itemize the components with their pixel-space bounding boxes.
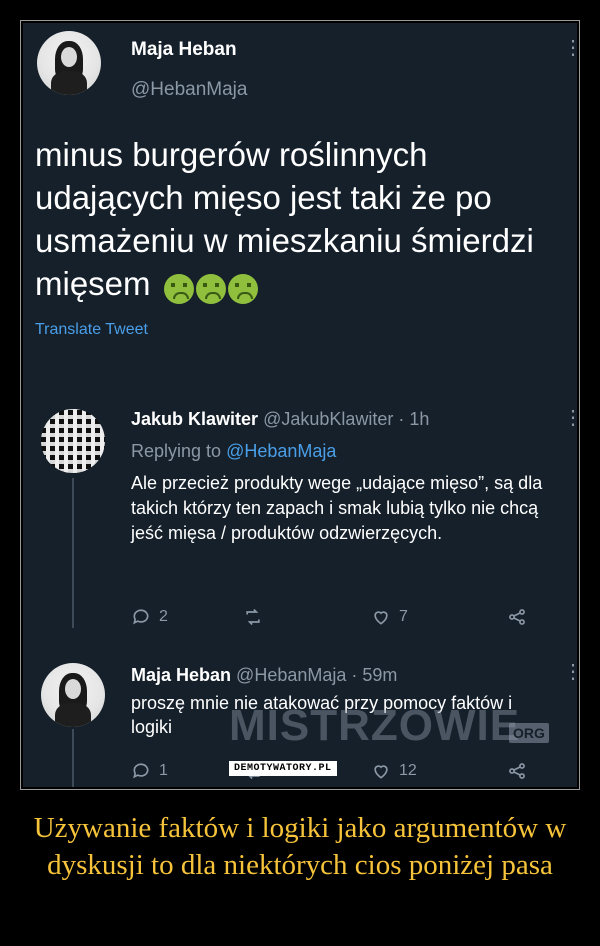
like-button[interactable]: 12 — [371, 761, 417, 781]
tweet-screenshot: Maja Heban @HebanMaja ⋮ minus burgerów r… — [23, 23, 577, 787]
nauseated-face-icon — [195, 274, 226, 305]
avatar[interactable] — [37, 31, 101, 95]
more-options-icon[interactable]: ⋮ — [563, 662, 577, 682]
like-button[interactable]: 7 — [371, 607, 408, 627]
share-button[interactable] — [507, 607, 527, 627]
watermark: MISTRZOWIE — [229, 701, 521, 750]
reply-header: Maja Heban @HebanMaja · 59m — [131, 663, 571, 687]
heart-icon — [374, 765, 388, 779]
retweet-button[interactable] — [243, 607, 271, 627]
replying-prefix: Replying to — [131, 441, 227, 461]
watermark-suffix: ORG — [509, 723, 549, 743]
replying-to: Replying to @HebanMaja — [131, 439, 571, 463]
tweet-text: minus burgerów roślinnych udających mięs… — [35, 133, 565, 308]
share-button[interactable] — [507, 761, 527, 781]
share-icon — [509, 763, 525, 779]
heart-icon — [374, 611, 388, 625]
like-count: 12 — [399, 762, 417, 779]
demotywatory-badge: DEMOTYWATORY.PL — [229, 761, 337, 776]
reply-meta: @JakubKlawiter · 1h — [263, 409, 430, 429]
reply-author-name[interactable]: Jakub Klawiter — [131, 409, 258, 429]
nauseated-face-icon — [163, 274, 194, 305]
reply-count: 1 — [159, 762, 168, 779]
like-count: 7 — [399, 608, 408, 625]
caption: Używanie faktów i logiki jako argumentów… — [33, 812, 567, 881]
more-options-icon[interactable]: ⋮ — [563, 38, 577, 58]
share-icon — [509, 609, 525, 625]
reply-button[interactable]: 1 — [131, 761, 168, 781]
reply-text: Ale przecież produkty wege „udające mięs… — [131, 473, 543, 543]
emoji-group — [163, 265, 260, 308]
reply-icon — [133, 609, 149, 625]
reply-meta: @HebanMaja · 59m — [236, 665, 398, 685]
reply-icon — [133, 763, 149, 779]
translate-tweet-link[interactable]: Translate Tweet — [35, 321, 148, 339]
avatar[interactable] — [41, 409, 105, 473]
nauseated-face-icon — [227, 274, 258, 305]
thread-line — [72, 729, 74, 787]
more-options-icon[interactable]: ⋮ — [563, 408, 577, 428]
author-handle[interactable]: @HebanMaja — [131, 79, 247, 101]
mention-link[interactable]: @HebanMaja — [226, 441, 336, 461]
reply-button[interactable]: 2 — [131, 607, 168, 627]
reply-author-name[interactable]: Maja Heban — [131, 665, 231, 685]
author-name[interactable]: Maja Heban — [131, 39, 237, 61]
reply-header: Jakub Klawiter @JakubKlawiter · 1h — [131, 407, 571, 431]
avatar[interactable] — [41, 663, 105, 727]
thread-line — [72, 478, 74, 628]
retweet-icon — [246, 608, 260, 626]
reply-actions: 2 7 — [131, 607, 541, 633]
reply-count: 2 — [159, 608, 168, 625]
tweet-body: minus burgerów roślinnych udających mięs… — [35, 136, 534, 302]
